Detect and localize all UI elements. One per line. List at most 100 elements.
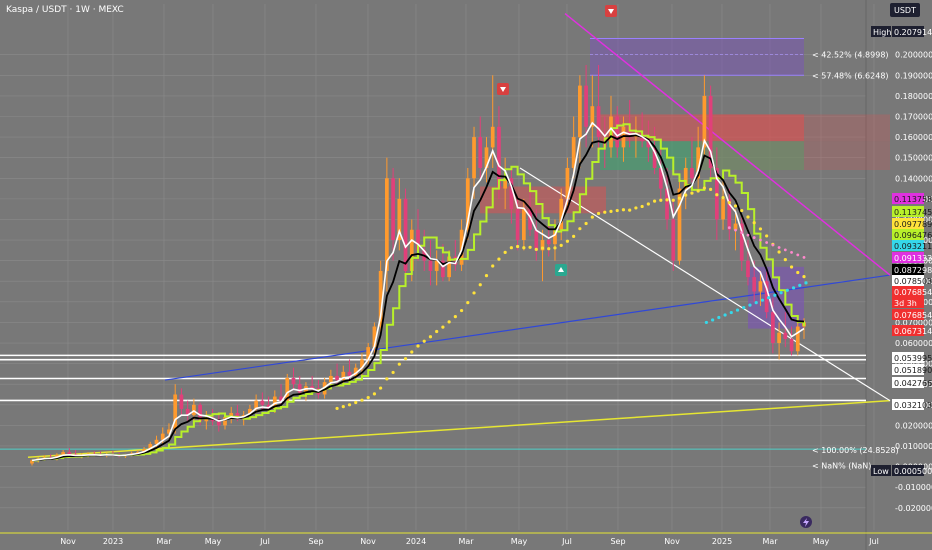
price-tag: 0.113745 xyxy=(894,208,932,217)
supply-zone-ext xyxy=(700,114,890,142)
trend-dot-blue xyxy=(798,283,802,287)
price-tag-label: High xyxy=(873,28,891,37)
date-tick-label: Mar xyxy=(156,537,172,546)
trend-dot xyxy=(540,246,545,250)
price-tick-label: 0.180000 xyxy=(895,92,932,101)
price-tick-label: 0.160000 xyxy=(895,133,932,142)
trend-dot xyxy=(733,204,738,208)
trend-dot xyxy=(453,315,457,319)
trend-dot-blue xyxy=(785,288,789,292)
candle-body xyxy=(385,178,389,271)
trend-dot xyxy=(652,199,657,203)
price-tag: 0.051890 xyxy=(894,366,932,375)
date-tick-label: Nov xyxy=(664,537,680,546)
recent-zone xyxy=(748,266,804,329)
candle-body xyxy=(578,85,582,138)
candle-body xyxy=(783,332,788,339)
date-tick-label: Nov xyxy=(60,537,76,546)
trend-dot xyxy=(397,362,401,366)
trend-dot-pink xyxy=(802,255,806,259)
trend-dot xyxy=(684,193,688,197)
trend-dot-blue xyxy=(742,305,746,310)
trend-dot-blue xyxy=(711,318,715,322)
trend-dot xyxy=(503,250,507,255)
trend-dot xyxy=(702,186,706,190)
chart-title: Kaspa / USDT · 1W · MEXC xyxy=(6,5,124,15)
price-tag: 0.096476 xyxy=(894,231,932,240)
trend-dot xyxy=(478,283,482,287)
trend-dot xyxy=(640,204,644,209)
date-tick-label: May xyxy=(205,537,222,546)
candle-body xyxy=(596,106,601,138)
trend-dot xyxy=(372,392,377,396)
trend-dot-pink xyxy=(771,243,775,247)
candle-body xyxy=(328,375,333,383)
price-tag: 0.032103 xyxy=(894,401,932,410)
fib-label: < 100.00% (24.8528) xyxy=(812,446,899,455)
date-tick-label: May xyxy=(511,537,528,546)
candle-body xyxy=(752,277,757,292)
date-tick-label: 2023 xyxy=(103,537,123,546)
trend-dot xyxy=(447,320,451,324)
trend-dot-blue xyxy=(760,298,765,302)
chart-stage: < 42.52% (4.8998) < 57.48% (6.6248) < 100.… xyxy=(0,0,932,550)
price-tag: 0.053995 xyxy=(894,354,932,363)
candle-body xyxy=(746,260,750,278)
candle-body xyxy=(758,281,763,292)
trend-dot xyxy=(565,239,570,243)
candle-body xyxy=(690,167,694,179)
trend-dot xyxy=(354,400,358,405)
price-tag: 0.078503 xyxy=(894,277,932,286)
trend-dot xyxy=(715,193,719,197)
trend-dot xyxy=(391,370,395,375)
trend-dot-blue xyxy=(735,308,740,312)
fib-label: < 42.52% (4.8998) xyxy=(812,51,889,60)
trend-dot xyxy=(572,234,576,238)
trend-dot-pink xyxy=(765,241,769,244)
trend-dot xyxy=(721,196,725,200)
candle-body xyxy=(615,116,620,148)
price-chart[interactable]: < 42.52% (4.8998) < 57.48% (6.6248) < 100.… xyxy=(0,0,932,550)
trend-dot-pink xyxy=(752,236,756,239)
trend-dot xyxy=(659,198,663,202)
trend-dot xyxy=(341,405,345,409)
date-tick-label: May xyxy=(813,537,830,546)
trend-dot xyxy=(709,187,713,191)
trend-dot xyxy=(516,244,520,249)
price-tick-label: 0.170000 xyxy=(895,112,932,121)
trend-dot-blue xyxy=(723,313,727,317)
price-tag: 3d 3h xyxy=(894,299,917,308)
date-tick-label: Jul xyxy=(561,537,572,546)
price-tick-label: -0.020000 xyxy=(895,504,932,513)
trend-dot-blue xyxy=(773,293,777,297)
candle-body xyxy=(584,85,588,127)
trend-dot xyxy=(628,208,632,212)
trend-dot xyxy=(379,386,383,390)
candle-body xyxy=(546,240,551,245)
price-tag: 0.076854 xyxy=(894,288,932,297)
price-tag: 0.000500 xyxy=(894,467,932,476)
currency-button[interactable]: USDT xyxy=(890,3,920,17)
trend-dot xyxy=(410,350,414,354)
date-tick-label: 2025 xyxy=(712,537,732,546)
price-tick-label: 0.020000 xyxy=(895,421,932,430)
candle-body xyxy=(403,198,408,271)
trend-dot xyxy=(789,265,794,269)
trend-dot-pink xyxy=(746,233,750,237)
trend-dot xyxy=(385,377,389,381)
price-tag: 0.076854 xyxy=(894,311,932,320)
trend-dot xyxy=(677,196,682,200)
trend-dot xyxy=(484,274,489,278)
price-tick-label: 0.010000 xyxy=(895,442,932,451)
candle-body xyxy=(671,219,676,261)
trend-dot xyxy=(578,227,582,231)
trend-dot xyxy=(366,395,370,400)
price-tag: 0.091333 xyxy=(894,254,932,263)
trend-dot xyxy=(796,270,800,275)
trend-dot xyxy=(466,301,470,305)
candle-body xyxy=(515,209,520,241)
trend-dot xyxy=(646,202,650,206)
candle-body xyxy=(335,375,339,381)
trend-dot-blue xyxy=(748,303,752,307)
trend-dot-pink xyxy=(796,253,800,257)
